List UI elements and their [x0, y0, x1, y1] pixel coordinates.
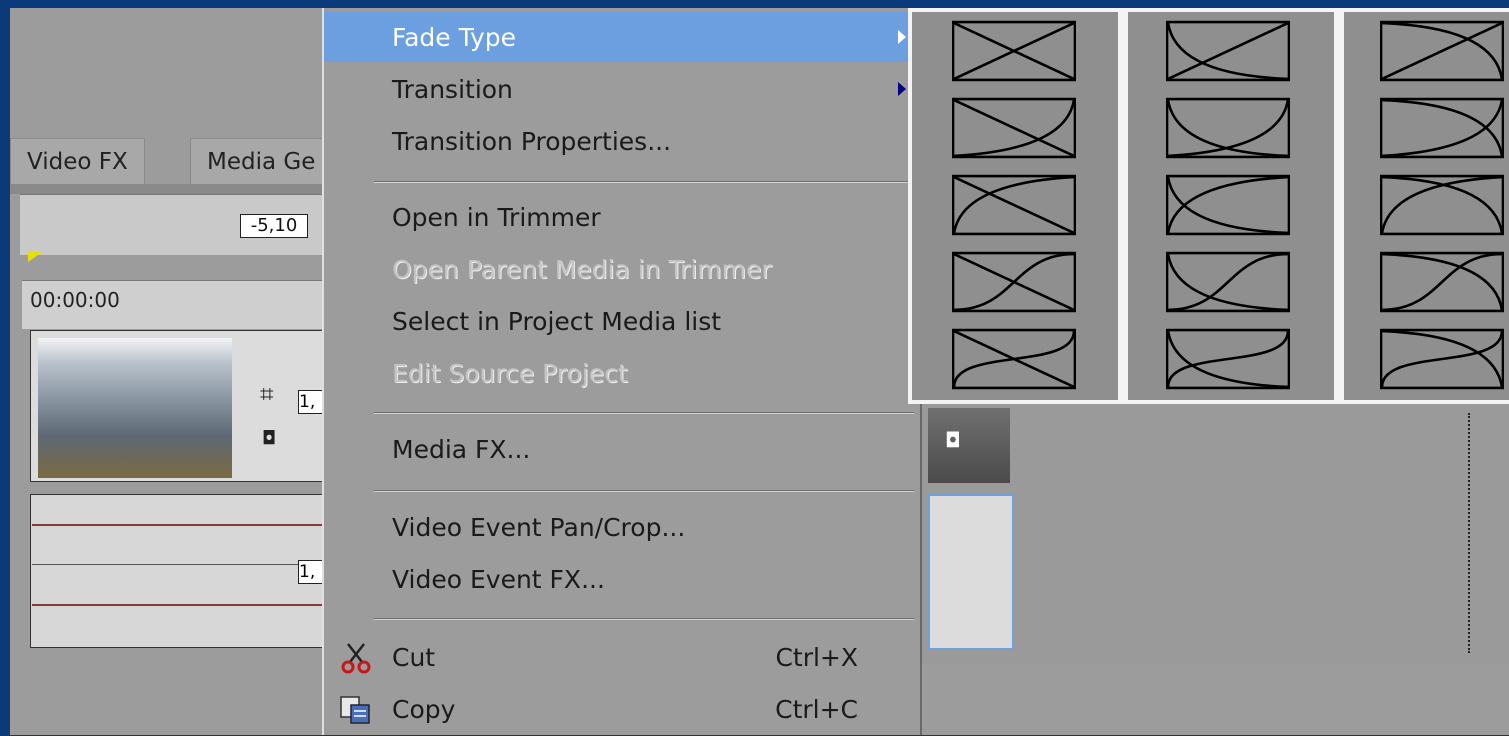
- audio-event-right[interactable]: [928, 494, 1014, 650]
- menu-item-pan-crop[interactable]: Video Event Pan/Crop...: [324, 502, 920, 552]
- fade-curve-icon: [1165, 328, 1291, 390]
- menu-item-fade-type[interactable]: Fade Type: [324, 12, 920, 62]
- video-thumbnail: [38, 338, 232, 478]
- fade-curve-icon: [1379, 328, 1505, 390]
- fade-option-slow-in-slow-out[interactable]: [1379, 174, 1505, 236]
- fade-curve-icon: [1165, 20, 1291, 82]
- menu-item-label: Transition Properties...: [392, 127, 672, 156]
- menu-item-label: Video Event Pan/Crop...: [392, 513, 686, 542]
- fade-option-linear-in-linear-out[interactable]: [951, 20, 1077, 82]
- menu-item-label: Transition: [392, 75, 513, 104]
- menu-item-shortcut: Ctrl+X: [775, 643, 858, 672]
- audio-envelope-1: [32, 524, 330, 526]
- tab-video-fx[interactable]: Video FX: [10, 138, 145, 185]
- event-fx-icon-right[interactable]: ◘: [945, 428, 961, 452]
- menu-item-label: Fade Type: [392, 23, 517, 52]
- fade-curve-icon: [1379, 97, 1505, 159]
- fade-option-fast-in-smooth-out[interactable]: [1165, 251, 1291, 313]
- fade-option-linear-in-smooth-out[interactable]: [951, 251, 1077, 313]
- menu-item-cut[interactable]: Cut Ctrl+X: [324, 632, 920, 682]
- fade-option-fast-in-linear-out[interactable]: [1165, 20, 1291, 82]
- video-event-right[interactable]: [928, 408, 1010, 483]
- menu-item-open-in-trimmer[interactable]: Open in Trimmer: [324, 192, 920, 242]
- fade-curve-icon: [951, 174, 1077, 236]
- menu-item-label: Cut: [392, 643, 436, 672]
- menu-item-label: Video Event FX...: [392, 565, 605, 594]
- fade-option-linear-in-sharp-out[interactable]: [951, 328, 1077, 390]
- fade-option-linear-in-fast-out[interactable]: [951, 97, 1077, 159]
- fade-curve-icon: [951, 97, 1077, 159]
- menu-item-select-in-project-media[interactable]: Select in Project Media list: [324, 296, 920, 346]
- menu-item-label: Copy: [392, 695, 456, 724]
- fade-option-slow-in-linear-out[interactable]: [951, 174, 1077, 236]
- fade-option-slow-in-linear-out[interactable]: [1379, 20, 1505, 82]
- fade-option-slow-in-sharp-out[interactable]: [1379, 328, 1505, 390]
- loop-marker[interactable]: [28, 252, 42, 262]
- audio-event[interactable]: [30, 494, 332, 648]
- cursor-line: [1468, 413, 1470, 653]
- fade-option-fast-in-fast-out[interactable]: [1165, 97, 1291, 159]
- submenu-arrow-icon: [898, 82, 906, 96]
- context-menu: Fade Type Transition Transition Properti…: [322, 8, 920, 735]
- fade-curve-icon: [1379, 251, 1505, 313]
- menu-item-edit-source-project: Edit Source Project: [324, 348, 920, 398]
- fade-curve-icon: [1379, 20, 1505, 82]
- menu-item-label: Media FX...: [392, 435, 531, 464]
- fade-option-fast-in-slow-out[interactable]: [1165, 174, 1291, 236]
- menu-separator: [374, 412, 914, 414]
- fade-curve-icon: [1165, 251, 1291, 313]
- menu-separator: [374, 490, 914, 492]
- menu-item-label: Open Parent Media in Trimmer: [392, 255, 772, 284]
- submenu-arrow-icon: [898, 30, 906, 44]
- fade-curve-icon: [1379, 174, 1505, 236]
- fade-curve-icon: [951, 251, 1077, 313]
- fade-curve-icon: [951, 20, 1077, 82]
- audio-envelope-2: [32, 604, 330, 606]
- scissors-icon: [338, 642, 374, 674]
- marker-value: -5,10: [240, 214, 308, 238]
- fade-curve-icon: [1165, 174, 1291, 236]
- menu-item-label: Open in Trimmer: [392, 203, 601, 232]
- tab-media-generators[interactable]: Media Ge: [190, 138, 333, 185]
- menu-item-label: Select in Project Media list: [392, 307, 722, 336]
- copy-icon: [338, 694, 374, 726]
- menu-separator: [374, 618, 914, 620]
- event-fx-icon[interactable]: ◘: [262, 428, 276, 449]
- fade-option-fast-in-sharp-out[interactable]: [1165, 328, 1291, 390]
- fade-option-slow-in-smooth-out[interactable]: [1379, 251, 1505, 313]
- menu-item-transition[interactable]: Transition: [324, 64, 920, 114]
- crop-icon[interactable]: ⌗: [260, 380, 274, 408]
- menu-item-shortcut: Ctrl+C: [775, 695, 858, 724]
- menu-item-copy[interactable]: Copy Ctrl+C: [324, 684, 920, 734]
- menu-item-media-fx[interactable]: Media FX...: [324, 424, 920, 474]
- menu-item-transition-properties[interactable]: Transition Properties...: [324, 116, 920, 166]
- audio-divider: [32, 564, 330, 565]
- menu-item-video-event-fx[interactable]: Video Event FX...: [324, 554, 920, 604]
- fade-curve-icon: [951, 328, 1077, 390]
- fade-option-slow-in-fast-out[interactable]: [1379, 97, 1505, 159]
- menu-separator: [374, 181, 914, 183]
- tab-strip-border: [10, 184, 330, 194]
- menu-item-label: Edit Source Project: [392, 359, 628, 388]
- fade-curve-icon: [1165, 97, 1291, 159]
- time-display: 00:00:00: [30, 288, 120, 312]
- fade-type-submenu: [908, 8, 1509, 404]
- menu-item-open-parent-media: Open Parent Media in Trimmer: [324, 244, 920, 294]
